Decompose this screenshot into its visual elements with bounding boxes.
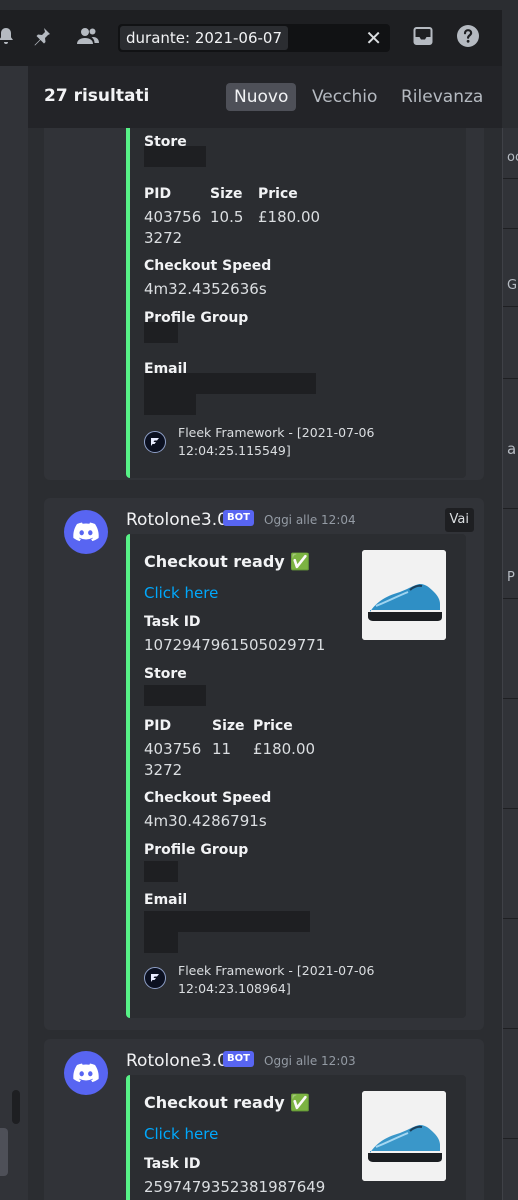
background-window-edge: oc GLI a P bbox=[502, 128, 518, 1200]
embed: Checkout ready ✅ Click here Task ID 1072… bbox=[126, 534, 466, 1018]
results-count: 27 risultati bbox=[44, 86, 150, 106]
divider bbox=[503, 1028, 518, 1029]
redacted-value bbox=[144, 322, 178, 343]
search-result[interactable]: Store PID 403756 3272 Size 10.5 Price £1… bbox=[44, 128, 484, 480]
divider bbox=[503, 698, 518, 699]
divider bbox=[503, 808, 518, 809]
search-query-chip[interactable]: durante: 2021-06-07 bbox=[120, 26, 288, 50]
field-value: £180.00 bbox=[253, 740, 316, 758]
sneaker-thumbnail[interactable] bbox=[362, 550, 446, 640]
sneaker-thumbnail[interactable] bbox=[362, 1091, 446, 1181]
redacted-value bbox=[144, 861, 178, 882]
field-name: PID bbox=[144, 186, 172, 202]
field-name: Store bbox=[144, 666, 187, 682]
redacted-value bbox=[144, 932, 178, 953]
avatar[interactable] bbox=[64, 1051, 108, 1095]
redacted-value bbox=[144, 685, 206, 706]
embed: Checkout ready ✅ Click here Task ID 2597… bbox=[126, 1075, 466, 1200]
field-name: Profile Group bbox=[144, 842, 249, 858]
background-text: GLI bbox=[507, 278, 518, 293]
inbox-icon[interactable] bbox=[409, 22, 437, 50]
sidebar-item-fragment[interactable] bbox=[0, 1128, 8, 1176]
message-timestamp: Oggi alle 12:03 bbox=[264, 1054, 356, 1068]
search-result[interactable]: Rotolone3.0 BOT Oggi alle 12:04 Vai Chec… bbox=[44, 498, 484, 1030]
close-icon[interactable]: ✕ bbox=[365, 26, 382, 50]
tab-sort-newest[interactable]: Nuovo bbox=[226, 83, 297, 111]
pin-icon[interactable] bbox=[28, 22, 56, 50]
divider bbox=[503, 228, 518, 229]
click-here-link[interactable]: Click here bbox=[144, 1125, 218, 1143]
members-icon[interactable] bbox=[74, 22, 102, 50]
field-name: Price bbox=[258, 186, 298, 202]
sidebar-background bbox=[0, 66, 28, 1200]
redacted-value bbox=[144, 911, 310, 932]
field-name: Size bbox=[210, 186, 243, 202]
divider bbox=[503, 378, 518, 379]
redacted-value bbox=[144, 146, 206, 167]
discord-logo-icon bbox=[73, 522, 99, 542]
field-value: 403756 3272 bbox=[144, 740, 202, 779]
field-name: Task ID bbox=[144, 1156, 201, 1172]
field-value: 4m32.4352636s bbox=[144, 280, 267, 298]
field-value: 4m30.4286791s bbox=[144, 812, 267, 830]
field-value: 403756 3272 bbox=[144, 208, 202, 247]
search-input[interactable]: durante: 2021-06-07 ✕ bbox=[118, 24, 390, 52]
field-value: 2597479352381987649 bbox=[144, 1178, 326, 1196]
bot-badge: BOT bbox=[223, 510, 254, 526]
field-name: PID bbox=[144, 718, 172, 734]
divider bbox=[503, 598, 518, 599]
search-result[interactable]: Rotolone3.0 BOT Oggi alle 12:03 Checkout… bbox=[44, 1039, 484, 1200]
search-results-header: 27 risultati Nuovo Vecchio Rilevanza bbox=[28, 66, 502, 128]
search-results-list[interactable]: Store PID 403756 3272 Size 10.5 Price £1… bbox=[28, 128, 502, 1200]
fleek-logo-icon bbox=[144, 967, 166, 989]
message-timestamp: Oggi alle 12:04 bbox=[264, 513, 356, 527]
discord-logo-icon bbox=[73, 1063, 99, 1083]
author-name[interactable]: Rotolone3.0 bbox=[126, 1051, 228, 1071]
divider bbox=[503, 918, 518, 919]
sidebar-scrollbar[interactable] bbox=[12, 1090, 20, 1124]
background-text: a bbox=[507, 440, 517, 458]
click-here-link[interactable]: Click here bbox=[144, 584, 218, 602]
field-name: Price bbox=[253, 718, 293, 734]
avatar[interactable] bbox=[64, 510, 108, 554]
field-value: 11 bbox=[212, 740, 232, 758]
field-name: Size bbox=[212, 718, 245, 734]
divider bbox=[503, 1138, 518, 1139]
help-icon[interactable] bbox=[454, 22, 482, 50]
divider bbox=[503, 508, 518, 509]
field-name: Checkout Speed bbox=[144, 790, 272, 806]
divider bbox=[503, 178, 518, 179]
jump-button[interactable]: Vai bbox=[444, 508, 474, 532]
field-value: 10.5 bbox=[210, 208, 244, 226]
embed: Store PID 403756 3272 Size 10.5 Price £1… bbox=[126, 128, 466, 478]
field-name: Task ID bbox=[144, 614, 201, 630]
divider bbox=[503, 306, 518, 307]
server-sidebar-edge bbox=[0, 0, 28, 1200]
redacted-value bbox=[144, 394, 196, 415]
bot-badge: BOT bbox=[223, 1051, 254, 1067]
embed-title: Checkout ready ✅ bbox=[144, 1093, 311, 1112]
bell-icon[interactable] bbox=[0, 22, 20, 50]
field-name: Email bbox=[144, 892, 188, 908]
fleek-logo-icon bbox=[144, 431, 166, 453]
embed-footer: Fleek Framework - [2021-07-06 12:04:25.1… bbox=[178, 425, 375, 458]
channel-toolbar: durante: 2021-06-07 ✕ bbox=[0, 10, 502, 66]
field-value: 1072947961505029771 bbox=[144, 636, 326, 654]
background-text: oc bbox=[507, 150, 518, 165]
author-name[interactable]: Rotolone3.0 bbox=[126, 510, 228, 530]
embed-footer: Fleek Framework - [2021-07-06 12:04:23.1… bbox=[178, 963, 375, 996]
redacted-value bbox=[144, 373, 316, 394]
embed-title: Checkout ready ✅ bbox=[144, 552, 311, 571]
tab-sort-oldest[interactable]: Vecchio bbox=[304, 83, 385, 111]
tab-sort-relevance[interactable]: Rilevanza bbox=[393, 83, 491, 111]
background-text: P bbox=[507, 570, 515, 585]
field-value: £180.00 bbox=[258, 208, 321, 226]
field-name: Checkout Speed bbox=[144, 258, 272, 274]
